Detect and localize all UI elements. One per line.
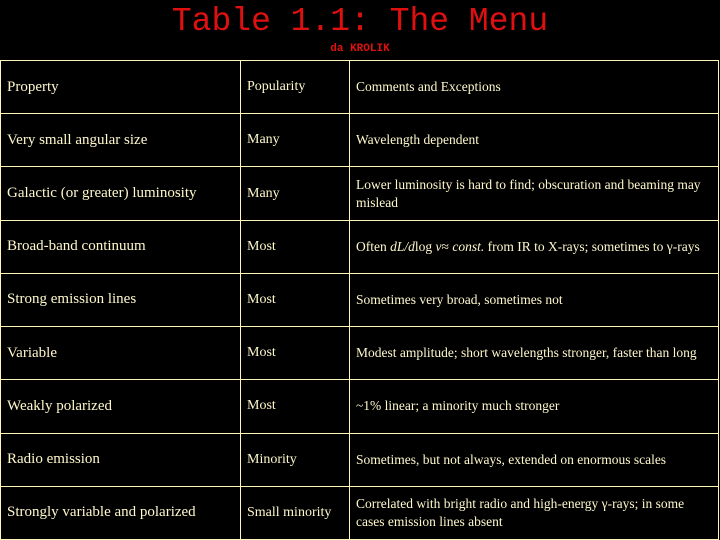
table-row: Variable Most Modest amplitude; short wa… xyxy=(0,326,719,381)
property-cell: Broad-band continuum xyxy=(0,219,241,274)
popularity-cell: Most xyxy=(240,379,350,434)
comment-text: from IR to X-rays; sometimes to γ-rays xyxy=(484,238,700,254)
properties-table: Property Popularity Comments and Excepti… xyxy=(0,59,719,540)
popularity-cell: Most xyxy=(240,219,350,274)
property-cell: Weakly polarized xyxy=(0,379,241,434)
property-cell: Strong emission lines xyxy=(0,272,241,328)
comment-text: Often xyxy=(356,238,391,254)
comments-cell: Often dL/dlog ν≈ const. from IR to X-ray… xyxy=(349,219,719,274)
comments-cell: Modest amplitude; short wavelengths stro… xyxy=(349,326,719,381)
popularity-cell: Many xyxy=(240,166,350,221)
page-title: Table 1.1: The Menu xyxy=(171,3,549,40)
comments-cell: Sometimes, but not always, extended on e… xyxy=(349,432,719,487)
property-cell: Variable xyxy=(0,326,241,381)
table-row: Galactic (or greater) luminosity Many Lo… xyxy=(0,166,719,221)
property-cell: Radio emission xyxy=(0,432,241,487)
comments-cell: Sometimes very broad, sometimes not xyxy=(349,272,719,328)
table-row: Radio emission Minority Sometimes, but n… xyxy=(0,432,719,487)
formula-dl: dL/d xyxy=(390,238,415,254)
table-row: Very small angular size Many Wavelength … xyxy=(0,113,719,168)
table-header-row: Property Popularity Comments and Excepti… xyxy=(0,59,719,115)
popularity-cell: Most xyxy=(240,326,350,381)
table-row: Strongly variable and polarized Small mi… xyxy=(0,485,719,540)
popularity-cell: Small minority xyxy=(240,485,350,540)
column-header-comments: Comments and Exceptions xyxy=(349,59,719,115)
formula-const: const. xyxy=(452,238,485,254)
property-cell: Strongly variable and polarized xyxy=(0,485,241,540)
comments-cell: ~1% linear; a minority much stronger xyxy=(349,379,719,434)
author-credit: da KROLIK xyxy=(330,43,390,55)
table-row: Broad-band continuum Most Often dL/dlog … xyxy=(0,219,719,274)
formula-log: log xyxy=(414,238,436,254)
popularity-cell: Many xyxy=(240,113,350,168)
popularity-cell: Most xyxy=(240,272,350,328)
table-row: Weakly polarized Most ~1% linear; a mino… xyxy=(0,379,719,434)
column-header-popularity: Popularity xyxy=(240,59,350,115)
formula-approx: ≈ xyxy=(441,238,453,254)
table-row: Strong emission lines Most Sometimes ver… xyxy=(0,272,719,328)
comments-cell: Correlated with bright radio and high-en… xyxy=(349,485,719,540)
column-header-property: Property xyxy=(0,59,241,115)
comments-cell: Wavelength dependent xyxy=(349,113,719,168)
comments-cell: Lower luminosity is hard to find; obscur… xyxy=(349,166,719,221)
property-cell: Galactic (or greater) luminosity xyxy=(0,166,241,221)
popularity-cell: Minority xyxy=(240,432,350,487)
property-cell: Very small angular size xyxy=(0,113,241,168)
